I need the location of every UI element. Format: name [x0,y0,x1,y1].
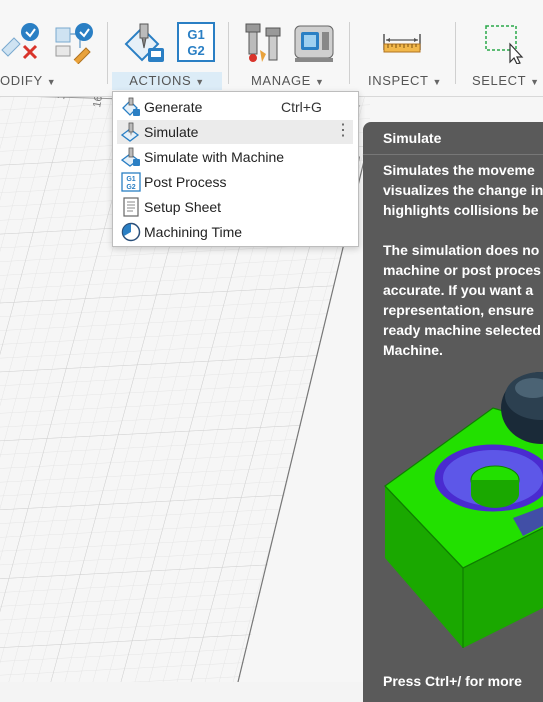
toolbar: ODIFY ▼ G1 G2 ACTIONS ▼ MANAGE ▼ INSPECT… [0,0,543,97]
toolbar-group-actions: G1 G2 ACTIONS ▼ [112,0,222,96]
machining-time-icon [121,222,141,242]
toolbar-group-manage: MANAGE ▼ [236,0,336,96]
tooltip-text-line: accurate. If you want a [383,282,534,298]
tooltip-footer: Press Ctrl+/ for more [383,673,522,689]
tooltip-text-line: Simulates the moveme [383,162,535,178]
menu-item-simulate-with-machine[interactable]: Simulate with Machine [117,145,353,169]
simulate-tooltip: Simulate Simulates the moveme visualizes… [363,122,543,702]
menu-item-simulate[interactable]: Simulate ⋮ [117,120,353,144]
toolbar-divider [455,22,456,84]
measure-icon[interactable] [380,20,424,64]
toolbar-group-select: SELECT ▼ [462,0,543,96]
toolbar-label-actions[interactable]: ACTIONS ▼ [112,72,222,90]
menu-item-shortcut: Ctrl+G [281,99,322,115]
post-process-icon[interactable]: G1 G2 [174,20,218,64]
window-select-icon[interactable] [482,20,526,64]
tooltip-text-line: ready machine selected [383,322,541,338]
tooltip-text-line: Machine. [383,342,443,358]
tooltip-text-line: representation, ensure [383,302,534,318]
menu-item-generate[interactable]: Generate Ctrl+G [117,95,353,119]
toolbar-divider [349,22,350,84]
g1-text: G1 [187,27,204,42]
menu-item-label: Generate [144,99,203,115]
menu-item-label: Simulate with Machine [144,149,285,165]
toolbar-label-select[interactable]: SELECT ▼ [472,72,540,90]
menu-item-label: Simulate [144,124,199,140]
menu-item-machining-time[interactable]: Machining Time [117,220,353,244]
more-options-icon[interactable]: ⋮ [335,121,351,141]
simulate-icon [121,122,140,142]
toolbar-label-inspect[interactable]: INSPECT ▼ [368,72,442,90]
machine-library-icon[interactable] [292,20,336,64]
tooltip-text-line: visualizes the change in [383,182,543,198]
menu-item-label: Setup Sheet [144,199,222,215]
g2-text: G2 [187,43,204,58]
menu-item-label: Machining Time [144,224,243,240]
menu-item-post-process[interactable]: G1 G2 Post Process [117,170,353,194]
tool-library-icon[interactable] [242,20,286,64]
toolbar-label-modify[interactable]: ODIFY ▼ [0,72,56,90]
g1-text: G1 [126,176,135,183]
simulate-machine-icon [121,147,140,167]
g2-text: G2 [126,184,135,191]
post-process-icon: G1 G2 [121,172,141,192]
tooltip-text-line: highlights collisions be [383,202,539,218]
toolbar-group-inspect: INSPECT ▼ [356,0,452,96]
actions-dropdown-menu: Generate Ctrl+G Simulate ⋮ Simulate with… [112,91,359,247]
toolbar-label-manage[interactable]: MANAGE ▼ [251,72,324,90]
simulation-illustration [384,372,543,648]
toolbar-divider [228,22,229,84]
ruler-label: 16 [91,96,105,109]
delete-toolpath-icon[interactable] [0,20,44,64]
tooltip-text-line: machine or post proces [383,262,541,278]
toolbar-divider [107,22,108,84]
toolbar-group-modify: ODIFY ▼ [0,0,106,96]
setup-sheet-icon [123,197,139,217]
menu-item-label: Post Process [144,174,227,190]
generate-icon [122,97,140,116]
edit-toolpath-icon[interactable] [52,20,96,64]
tooltip-title: Simulate [383,130,442,146]
generate-icon[interactable] [122,20,166,64]
menu-item-setup-sheet[interactable]: Setup Sheet [117,195,353,219]
tooltip-divider [363,154,543,155]
tooltip-text-line: The simulation does no [383,242,540,258]
